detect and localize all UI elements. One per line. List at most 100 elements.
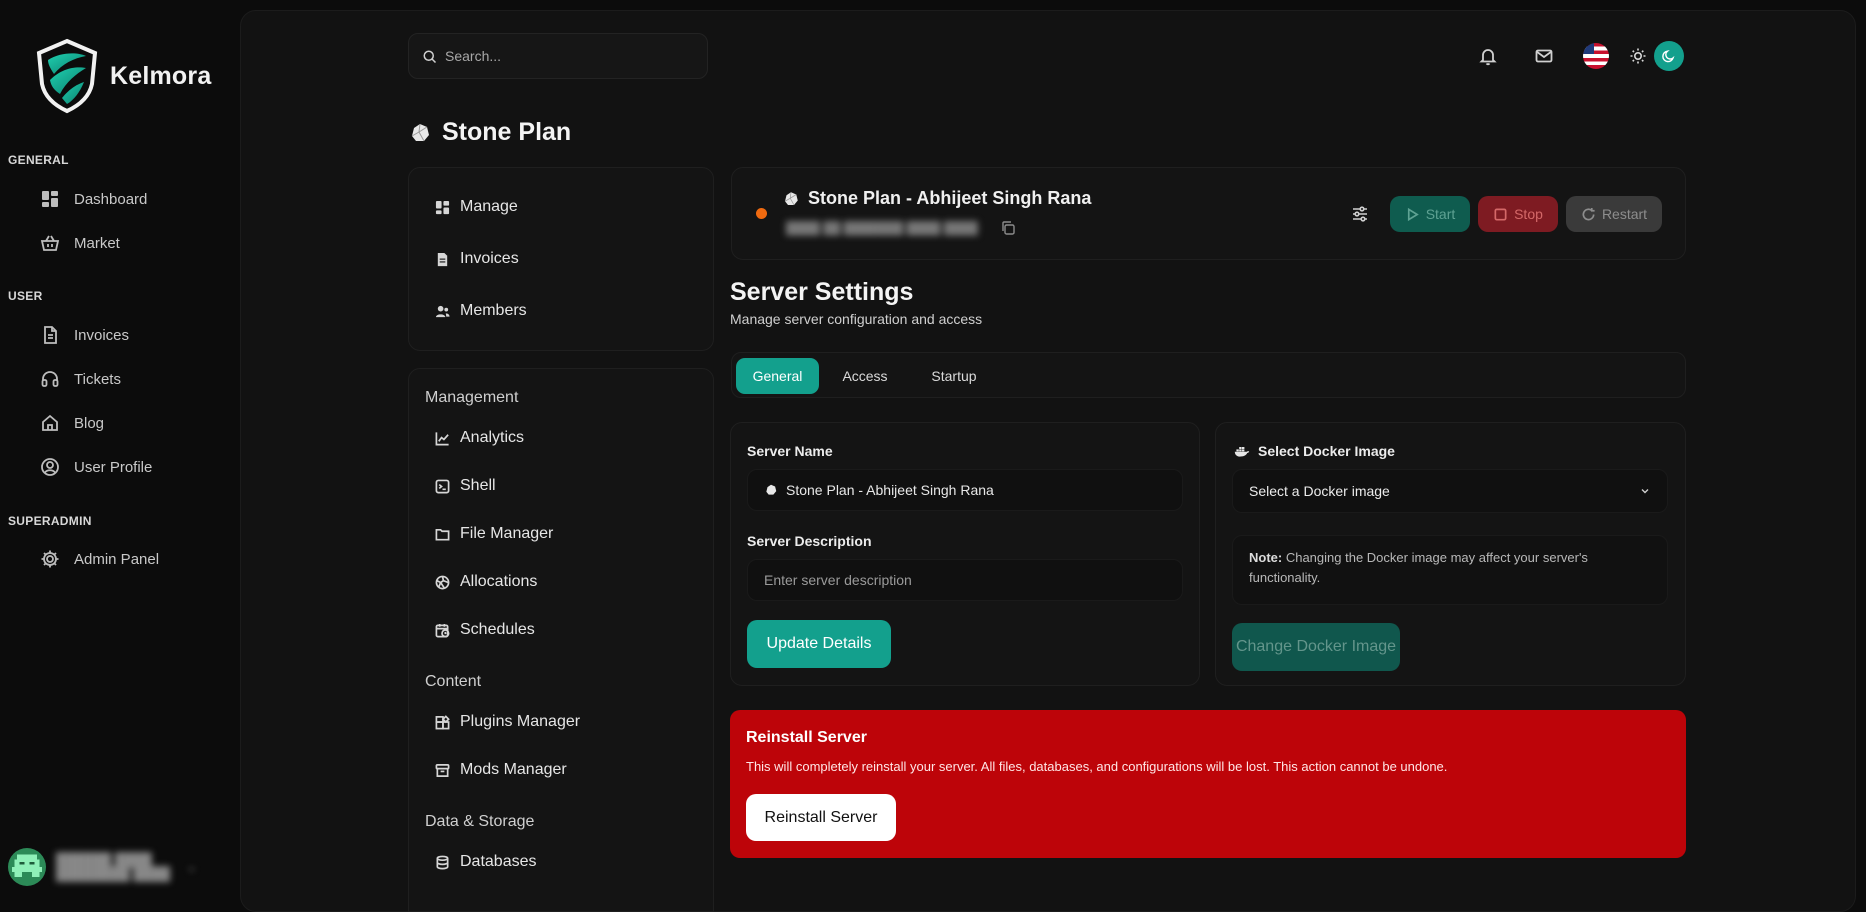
reinstall-server-button[interactable]: Reinstall Server (746, 794, 896, 841)
reinstall-server-panel: Reinstall Server This will completely re… (730, 710, 1686, 858)
restart-label: Restart (1601, 206, 1648, 222)
docker-image-heading: Select Docker Image (1234, 443, 1395, 459)
start-button[interactable]: Start (1390, 196, 1470, 232)
server-menu-plugins-manager[interactable]: Plugins Manager (435, 713, 580, 731)
server-menu-label: Allocations (460, 573, 538, 590)
user-circle-icon (41, 458, 59, 476)
manage-icon (435, 200, 450, 214)
nav-item-label: Tickets (74, 370, 121, 388)
docker-image-label: Select Docker Image (1258, 443, 1395, 459)
docker-image-card: Select Docker Image Select a Docker imag… (1215, 422, 1686, 686)
database-icon (436, 855, 449, 869)
server-menu-label: Invoices (460, 250, 519, 267)
server-menu-top: Manage Invoices Members (408, 167, 714, 351)
change-docker-image-button[interactable]: Change Docker Image (1232, 623, 1400, 671)
copy-icon[interactable] (1000, 220, 1016, 236)
nav-section-general: GENERAL (8, 153, 69, 167)
docker-icon (1234, 447, 1250, 457)
file-icon (44, 326, 57, 344)
messages-button[interactable] (1530, 42, 1558, 70)
server-menu-schedules[interactable]: Schedules (435, 621, 535, 639)
nav-item-blog[interactable]: Blog (40, 409, 104, 437)
nav-item-market[interactable]: Market (40, 229, 120, 257)
server-menu-file-manager[interactable]: File Manager (435, 525, 553, 543)
moon-icon (1662, 50, 1675, 63)
server-menu-manage[interactable]: Manage (435, 198, 518, 216)
nav-item-label: Dashboard (74, 190, 148, 208)
page-title: Stone Plan (408, 118, 571, 147)
archive-icon (435, 763, 450, 777)
refresh-icon (1582, 207, 1595, 220)
nav-item-label: User Profile (74, 458, 153, 476)
stop-button[interactable]: Stop (1478, 196, 1558, 232)
notifications-button[interactable] (1474, 42, 1502, 70)
server-status-dot (756, 208, 767, 219)
nav-item-admin-panel[interactable]: Admin Panel (40, 545, 159, 573)
page-title-text: Stone Plan (442, 118, 572, 146)
play-icon (1407, 207, 1419, 221)
server-description-field[interactable] (747, 559, 1183, 601)
pixel-avatar-icon (12, 854, 42, 877)
nav-item-dashboard[interactable]: Dashboard (40, 185, 147, 213)
home-icon (42, 414, 58, 431)
language-flag-button[interactable] (1583, 43, 1609, 69)
sun-icon[interactable] (1628, 46, 1648, 66)
update-details-button[interactable]: Update Details (747, 620, 891, 668)
user-account-chip[interactable]: ██████ ████ ████████ ████ ⌄ (8, 848, 197, 886)
server-menu-label: Schedules (460, 621, 535, 638)
general-details-card: Server Name Stone Plan - Abhijeet Singh … (730, 422, 1200, 686)
server-name-label: Server Name (747, 443, 833, 459)
dark-mode-button[interactable] (1654, 41, 1684, 71)
server-menu-label: Plugins Manager (460, 713, 581, 730)
nav-item-label: Blog (74, 414, 105, 432)
server-menu-section-storage: Data & Storage (425, 813, 535, 830)
nav-item-user-profile[interactable]: User Profile (40, 453, 152, 481)
server-header-card: Stone Plan - Abhijeet Singh Rana ████ ██… (731, 167, 1686, 260)
headset-icon (41, 371, 59, 387)
docker-note-bold: Note: (1249, 550, 1283, 565)
server-menu-members[interactable]: Members (435, 302, 527, 320)
server-menu-allocations[interactable]: Allocations (435, 573, 537, 591)
server-id-redacted: ████ ██ ███████ ████ ████ (786, 221, 978, 235)
tab-startup[interactable]: Startup (911, 358, 997, 394)
server-menu-analytics[interactable]: Analytics (435, 429, 524, 447)
server-menu-label: Mods Manager (460, 761, 567, 778)
gear-icon (41, 550, 59, 568)
server-menu-label: File Manager (460, 525, 554, 542)
avatar (8, 848, 46, 886)
brand-name: Kelmora (110, 61, 212, 90)
invoice-icon (437, 252, 448, 266)
terminal-icon (435, 479, 450, 493)
tab-access[interactable]: Access (825, 358, 905, 394)
server-menu-databases[interactable]: Databases (435, 853, 537, 871)
nav-item-invoices[interactable]: Invoices (40, 321, 129, 349)
server-name-field[interactable]: Stone Plan - Abhijeet Singh Rana (747, 469, 1183, 511)
nav-item-label: Admin Panel (74, 550, 160, 568)
server-menu-sections: Management Analytics Shell File Manager … (408, 368, 714, 912)
theme-toggle[interactable] (1628, 40, 1684, 72)
server-menu-shell[interactable]: Shell (435, 477, 496, 495)
docker-image-select[interactable]: Select a Docker image (1232, 469, 1668, 513)
shield-logo-icon (36, 38, 98, 114)
tab-general[interactable]: General (736, 358, 819, 394)
stone-icon (784, 191, 798, 205)
server-name-text: Stone Plan - Abhijeet Singh Rana (808, 188, 1092, 208)
settings-tabs: General Access Startup (731, 352, 1686, 398)
settings-sliders-icon[interactable] (1350, 204, 1370, 224)
server-menu-invoices[interactable]: Invoices (435, 250, 519, 268)
server-name-value: Stone Plan - Abhijeet Singh Rana (786, 482, 994, 498)
nav-section-user: USER (8, 289, 43, 303)
user-name-redacted: ██████ ████ ████████ ████ (56, 852, 171, 881)
search-bar[interactable] (408, 33, 708, 79)
global-sidebar: Kelmora GENERAL Dashboard Market USER In… (0, 0, 238, 912)
search-input[interactable] (445, 48, 685, 64)
restart-button[interactable]: Restart (1566, 196, 1662, 232)
reinstall-title: Reinstall Server (746, 729, 867, 746)
nav-item-tickets[interactable]: Tickets (40, 365, 121, 393)
chevron-down-icon (1641, 489, 1649, 494)
server-menu-mods-manager[interactable]: Mods Manager (435, 761, 567, 779)
server-description-input[interactable] (764, 572, 1182, 588)
stone-icon (766, 484, 777, 495)
network-icon (435, 575, 450, 589)
brand-logo[interactable]: Kelmora (34, 38, 211, 114)
